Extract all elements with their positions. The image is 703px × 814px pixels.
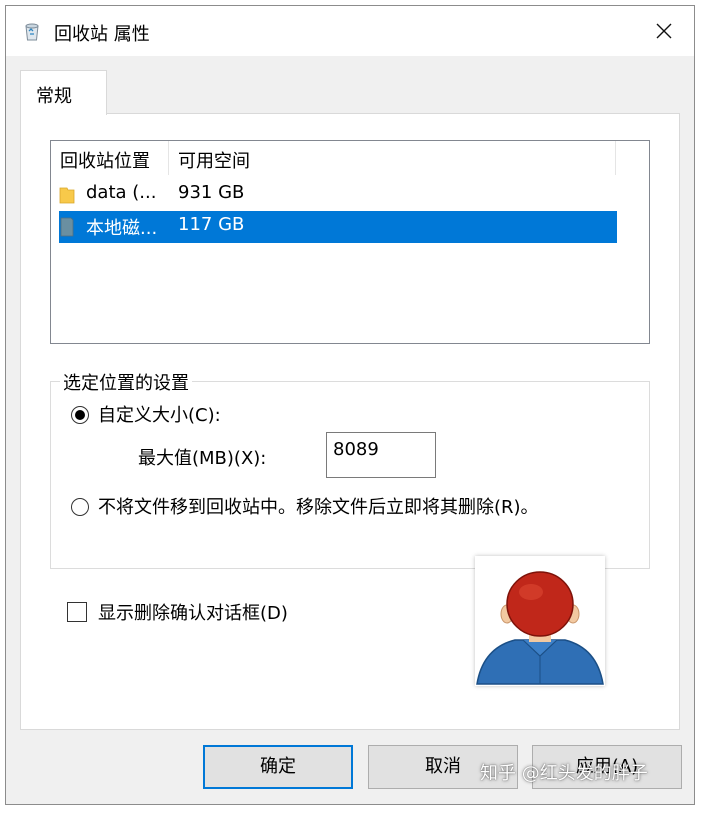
custom-size-radio[interactable] xyxy=(71,406,89,424)
title-bar: 回收站 属性 xyxy=(6,6,694,56)
max-size-input[interactable]: 8089 xyxy=(326,432,436,478)
recycle-bin-locations-list[interactable]: 回收站位置 可用空间 data (... 931 GB 本地磁... 117 G… xyxy=(50,140,650,344)
close-icon xyxy=(656,23,672,39)
list-item-local-disk[interactable]: 本地磁... 117 GB xyxy=(59,211,617,243)
recycle-bin-properties-dialog: 回收站 属性 常规 回收站位置 可用空间 data (... 931 GB 本地… xyxy=(5,5,695,805)
free-space: 117 GB xyxy=(178,214,245,235)
ok-button[interactable]: 确定 xyxy=(203,745,353,789)
recycle-bin-icon xyxy=(25,23,39,41)
general-tab-panel: 回收站位置 可用空间 data (... 931 GB 本地磁... 117 G… xyxy=(20,113,680,730)
tab-general[interactable]: 常规 xyxy=(20,70,107,115)
free-space: 931 GB xyxy=(178,182,245,203)
folder-icon xyxy=(59,187,75,204)
delete-immediately-radio[interactable] xyxy=(71,498,89,516)
watermark-text: 知乎 @红头发的胖子 xyxy=(480,763,648,784)
window-title: 回收站 属性 xyxy=(54,24,150,45)
column-header-free-space[interactable]: 可用空间 xyxy=(169,141,616,175)
tab-general-label: 常规 xyxy=(36,86,72,107)
avatar-image xyxy=(476,571,604,685)
confirm-delete-label: 显示删除确认对话框(D) xyxy=(98,603,288,624)
max-value-label: 最大值(MB)(X): xyxy=(138,448,267,469)
list-item-data-drive[interactable]: data (... 931 GB xyxy=(59,179,617,211)
max-size-value: 8089 xyxy=(333,439,379,460)
location-name: data (... xyxy=(86,182,157,203)
column-header-location[interactable]: 回收站位置 xyxy=(51,141,169,175)
group-title: 选定位置的设置 xyxy=(60,369,192,395)
drive-icon xyxy=(60,217,74,237)
list-header: 回收站位置 可用空间 xyxy=(51,141,649,175)
location-name: 本地磁... xyxy=(86,218,158,239)
close-button[interactable] xyxy=(634,6,694,56)
avatar-sticker xyxy=(475,556,605,686)
confirm-delete-checkbox[interactable] xyxy=(67,602,87,622)
delete-immediately-label: 不将文件移到回收站中。移除文件后立即将其删除(R)。 xyxy=(98,497,539,518)
custom-size-label: 自定义大小(C): xyxy=(98,405,221,426)
